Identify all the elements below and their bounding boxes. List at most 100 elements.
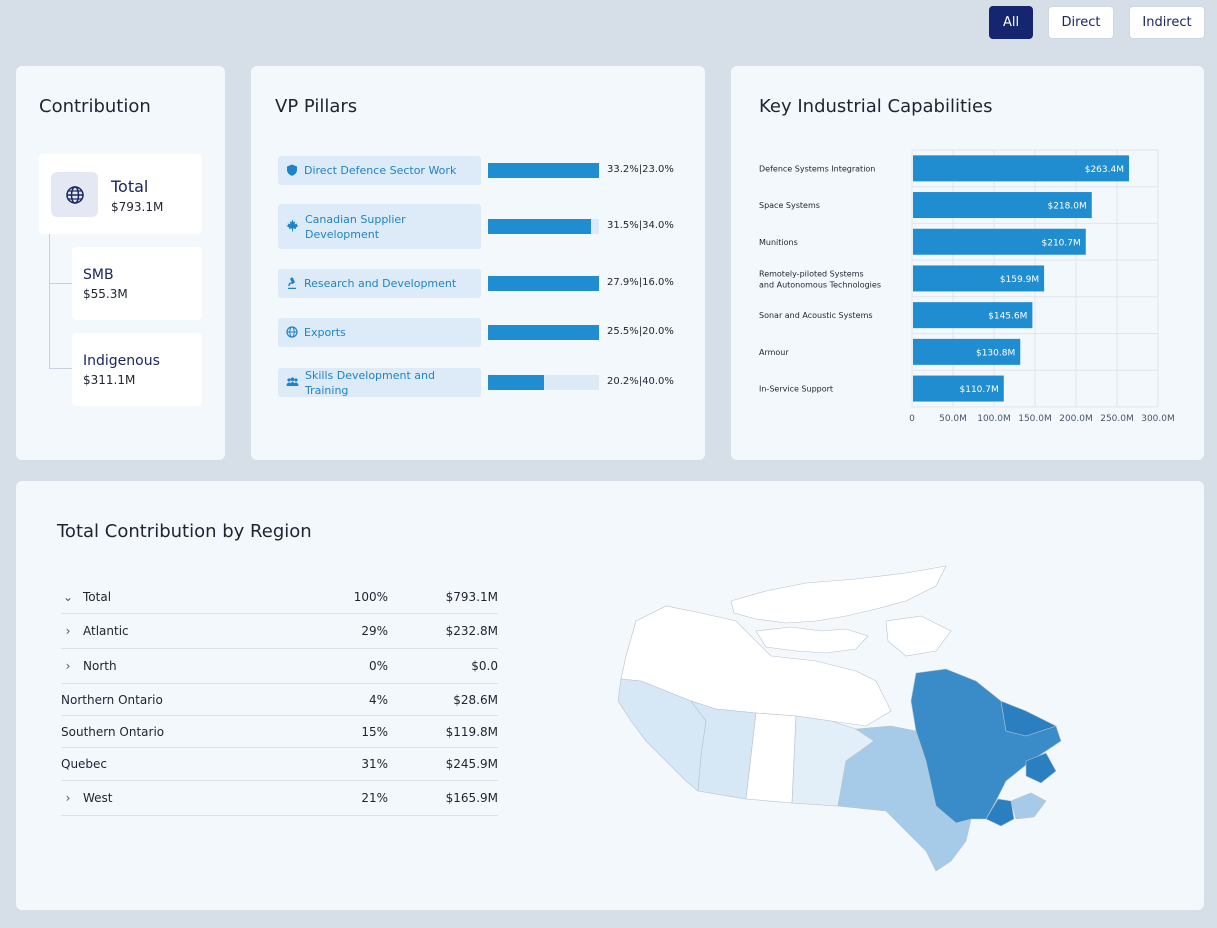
- globe-icon: [51, 172, 98, 217]
- key-capabilities-chart: 0 50.0M 100.0M 150.0M 200.0M 250.0M 300.0M $263…: [759, 149, 1175, 424]
- pillar-label: Research and Development: [304, 277, 457, 290]
- shield-icon: [286, 161, 298, 180]
- region-value: $245.9M: [445, 757, 498, 771]
- region-name: Southern Ontario: [61, 724, 165, 739]
- region-name: Northern Ontario: [61, 692, 163, 707]
- bar-data-label: $218.0M: [1047, 202, 1086, 212]
- microscope-icon: [286, 274, 298, 293]
- x-tick-label: 100.0M: [977, 414, 1011, 424]
- pillar-bar-fill: [488, 276, 599, 291]
- table-row[interactable]: Northern Ontario 4% $28.6M: [61, 684, 498, 716]
- bar-data-label: $145.6M: [988, 312, 1027, 322]
- table-row[interactable]: › West 21% $165.9M: [61, 781, 498, 816]
- smb-label: SMB: [83, 267, 114, 283]
- region-pct: 100%: [353, 590, 388, 604]
- vp-pillars-title: VP Pillars: [275, 96, 358, 117]
- bar-data-label: $263.4M: [1085, 165, 1124, 175]
- total-label: Total: [111, 177, 149, 196]
- table-row[interactable]: › North 0% $0.0: [61, 649, 498, 684]
- pillar-bar-track: [488, 325, 599, 340]
- region-pct: 4%: [368, 692, 388, 707]
- x-tick-label: 50.0M: [939, 414, 967, 424]
- tree-connector: [49, 234, 50, 368]
- people-icon: [286, 373, 299, 392]
- chevron-right-icon[interactable]: ›: [61, 791, 75, 805]
- region-pct: 0%: [368, 659, 388, 673]
- pillar-label: Direct Defence Sector Work: [304, 164, 457, 177]
- table-row[interactable]: Quebec 31% $245.9M: [61, 748, 498, 781]
- pillar-pct: 33.2%|23.0%: [607, 164, 674, 175]
- y-tick-label: Remotely-piloted Systems and Autonomous T…: [759, 269, 881, 289]
- chevron-down-icon[interactable]: ⌄: [61, 590, 75, 604]
- pillar-bar-track: [488, 219, 599, 234]
- table-row[interactable]: Southern Ontario 15% $119.8M: [61, 716, 498, 748]
- contribution-card: Contribution Total $793.1M SMB $55.3M In…: [16, 66, 225, 460]
- pillar-pct: 20.2%|40.0%: [607, 376, 674, 387]
- x-tick-label: 0: [909, 414, 915, 424]
- y-tick-label: Munitions: [759, 238, 798, 247]
- indigenous-box[interactable]: Indigenous $311.1M: [72, 333, 202, 406]
- region-name: West: [83, 791, 113, 805]
- bar-data-label: $130.8M: [976, 348, 1015, 358]
- filter-direct-button[interactable]: Direct: [1048, 6, 1114, 39]
- x-tick-label: 250.0M: [1100, 414, 1134, 424]
- region-value: $119.8M: [445, 724, 498, 739]
- pillar-label: Canadian Supplier Development: [305, 212, 406, 241]
- x-tick-label: 150.0M: [1018, 414, 1052, 424]
- pillar-label: Skills Development and Training: [305, 368, 435, 397]
- map-region-arctic: [730, 565, 947, 624]
- chevron-right-icon[interactable]: ›: [61, 624, 75, 638]
- x-tick-label: 300.0M: [1141, 414, 1175, 424]
- region-pct: 21%: [361, 791, 388, 805]
- region-value: $0.0: [471, 659, 498, 673]
- y-tick-label: Armour: [759, 348, 789, 357]
- y-tick-label: Sonar and Acoustic Systems: [759, 311, 873, 320]
- bar-data-label: $110.7M: [960, 385, 999, 395]
- pillar-pct: 27.9%|16.0%: [607, 277, 674, 288]
- pillar-bar-fill: [488, 219, 592, 234]
- bar-data-label: $159.9M: [1000, 275, 1039, 285]
- pillar-bar-track: [488, 276, 599, 291]
- table-row[interactable]: ⌄ Total 100% $793.1M: [61, 581, 498, 614]
- vp-pillars-card: VP Pillars Direct Defence Sector Work 33…: [251, 66, 705, 460]
- pillar-bar-fill: [488, 375, 544, 390]
- smb-box[interactable]: SMB $55.3M: [72, 247, 202, 320]
- filter-indirect-button[interactable]: Indirect: [1129, 6, 1205, 39]
- x-tick-label: 200.0M: [1059, 414, 1093, 424]
- region-value: $232.8M: [445, 624, 498, 638]
- globe-icon: [286, 323, 298, 342]
- y-tick-label: Defence Systems Integration: [759, 164, 875, 173]
- region-name: North: [83, 659, 117, 673]
- bar-data-label: $210.7M: [1042, 238, 1081, 248]
- pillar-label-box: Canadian Supplier Development: [278, 204, 481, 249]
- filter-all-button[interactable]: All: [989, 6, 1033, 39]
- key-capabilities-card: Key Industrial Capabilities 0 50.0M 100.0M…: [731, 66, 1204, 460]
- map-region-nova-scotia: [1010, 792, 1047, 820]
- region-value: $793.1M: [445, 590, 498, 604]
- canada-map: [617, 565, 1062, 872]
- pillar-bar-fill: [488, 325, 599, 340]
- pillar-bar-track: [488, 375, 599, 390]
- map-region-arctic: [755, 626, 869, 654]
- region-pct: 15%: [361, 724, 388, 739]
- chevron-right-icon[interactable]: ›: [61, 659, 75, 673]
- region-value: $28.6M: [453, 692, 498, 707]
- region-title: Total Contribution by Region: [57, 521, 312, 542]
- total-contribution-box[interactable]: Total $793.1M: [39, 154, 202, 234]
- region-name: Atlantic: [83, 624, 129, 638]
- pillar-bar-track: [488, 163, 599, 178]
- indigenous-value: $311.1M: [83, 373, 136, 387]
- tree-connector: [49, 283, 72, 284]
- smb-value: $55.3M: [83, 287, 128, 301]
- pillar-pct: 25.5%|20.0%: [607, 326, 674, 337]
- indigenous-label: Indigenous: [83, 353, 160, 369]
- maple-leaf-icon: [286, 217, 299, 236]
- pillar-label-box: Research and Development: [278, 269, 481, 298]
- pillar-label-box: Direct Defence Sector Work: [278, 156, 481, 185]
- tree-connector: [49, 368, 72, 369]
- region-name: Quebec: [61, 757, 108, 771]
- pillar-label-box: Exports: [278, 318, 481, 347]
- pillar-label: Exports: [304, 326, 346, 339]
- total-value: $793.1M: [111, 200, 164, 214]
- table-row[interactable]: › Atlantic 29% $232.8M: [61, 614, 498, 649]
